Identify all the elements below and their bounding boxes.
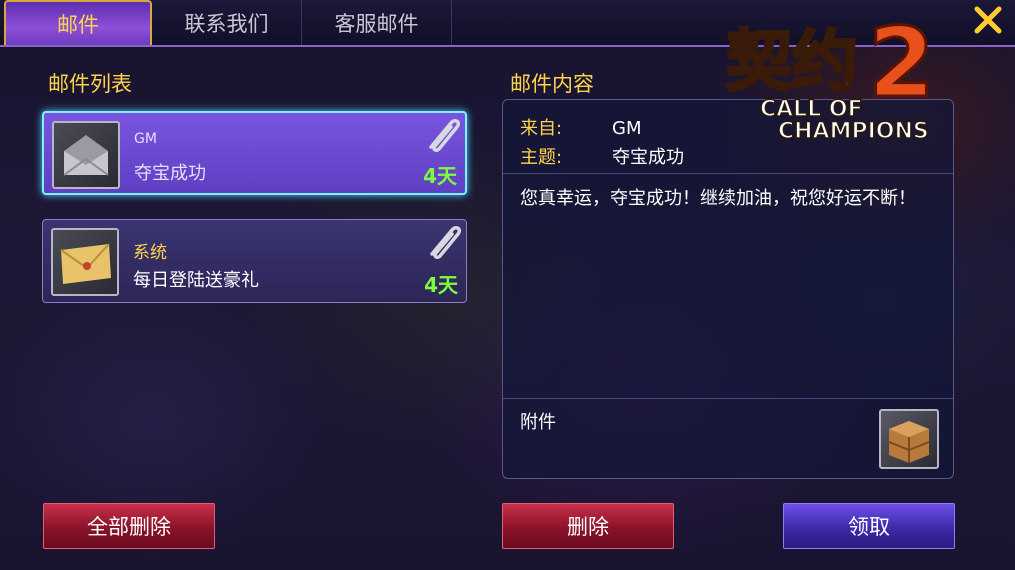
logo-number: 2 bbox=[868, 12, 935, 119]
mail-sender: GM bbox=[134, 131, 157, 147]
mail-content-panel: 来自: GM 主题: 夺宝成功 您真幸运，夺宝成功！继续加油，祝您好运不断！ 附件 bbox=[502, 99, 954, 479]
subject-label: 主题: bbox=[520, 147, 563, 168]
delete-all-button[interactable]: 全部删除 bbox=[43, 503, 215, 549]
subject-value: 夺宝成功 bbox=[612, 147, 684, 168]
delete-button[interactable]: 删除 bbox=[502, 503, 674, 549]
claim-button[interactable]: 领取 bbox=[783, 503, 955, 549]
mail-list-item[interactable]: 系统 每日登陆送豪礼 4天 bbox=[42, 219, 467, 303]
mail-body-text: 您真幸运，夺宝成功！继续加油，祝您好运不断！ bbox=[520, 188, 916, 209]
mail-open-icon bbox=[52, 121, 120, 189]
divider bbox=[503, 398, 953, 399]
attachment-slot[interactable] bbox=[879, 409, 939, 469]
mail-list-title: 邮件列表 bbox=[48, 72, 132, 96]
mail-list-item[interactable]: GM 夺宝成功 4天 bbox=[42, 111, 467, 195]
from-row: 来自: GM bbox=[520, 114, 641, 140]
mail-content-title: 邮件内容 bbox=[510, 72, 594, 96]
mail-subject: 每日登陆送豪礼 bbox=[133, 270, 259, 291]
from-label: 来自: bbox=[520, 118, 563, 139]
logo-title-cn: 契约 bbox=[726, 22, 858, 100]
tab-contact-us[interactable]: 联系我们 bbox=[152, 0, 302, 45]
attachment-label: 附件 bbox=[520, 412, 556, 433]
paperclip-icon bbox=[430, 226, 462, 259]
mail-subject: 夺宝成功 bbox=[134, 163, 206, 184]
divider bbox=[503, 173, 953, 174]
mail-sender: 系统 bbox=[133, 243, 167, 263]
from-value: GM bbox=[612, 118, 642, 139]
tab-support-mail[interactable]: 客服邮件 bbox=[302, 0, 452, 45]
game-logo: 契约 2 CALL OF CHAMPIONS bbox=[722, 6, 1002, 145]
days-left-badge: 4天 bbox=[424, 273, 458, 297]
paperclip-icon bbox=[429, 119, 461, 152]
subject-row: 主题: 夺宝成功 bbox=[520, 143, 684, 169]
days-left-badge: 4天 bbox=[423, 164, 457, 188]
logo-subtitle-line2: CHAMPIONS bbox=[778, 119, 929, 142]
mail-closed-icon bbox=[51, 228, 119, 296]
wooden-crate-icon bbox=[888, 421, 930, 463]
tab-mail[interactable]: 邮件 bbox=[4, 0, 152, 45]
